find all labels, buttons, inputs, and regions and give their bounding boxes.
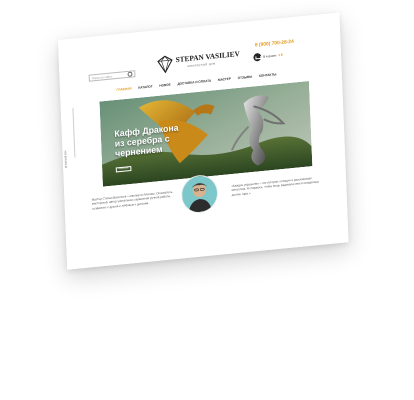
mockup-stage: Поиск по сайту STEPAN VASILIEV ювелирный…: [0, 0, 414, 400]
search-icon[interactable]: [127, 71, 133, 77]
hero-banner[interactable]: Кафф Дракона из серебра с чернением подр…: [99, 81, 313, 187]
nav-item-contacts[interactable]: КОНТАКТЫ: [259, 72, 276, 78]
side-label: НОВИНКИ: [63, 150, 69, 169]
nav-item-delivery[interactable]: ДОСТАВКА И ОПЛАТА: [177, 79, 211, 86]
phone-number[interactable]: 8 (900) 700-28-24: [255, 39, 294, 49]
cart-widget[interactable]: В корзине 0 ₽: [253, 51, 283, 62]
nav-item-reviews[interactable]: ОТЗЫВЫ: [238, 75, 253, 80]
diamond-logo-icon: [157, 55, 173, 74]
portrait-image: [181, 174, 218, 214]
website-page: Поиск по сайту STEPAN VASILIEV ювелирный…: [58, 12, 349, 270]
nav-item-home[interactable]: ГЛАВНАЯ: [116, 86, 131, 91]
cart-total: 0 ₽: [278, 52, 283, 58]
nav-item-catalog[interactable]: КАТАЛОГ: [138, 84, 152, 89]
nav-item-new[interactable]: НОВОЕ: [159, 83, 170, 88]
about-text-left: Мастер Степан Васильев – ювелир из Москв…: [91, 189, 173, 211]
nav-item-master[interactable]: МАСТЕР: [218, 77, 231, 82]
search-box[interactable]: Поиск по сайту: [88, 70, 136, 82]
site-logo[interactable]: STEPAN VASILIEV ювелирный дом: [156, 44, 264, 76]
search-input[interactable]: Поиск по сайту: [92, 72, 128, 80]
side-divider: [72, 108, 75, 158]
master-portrait: [180, 173, 219, 215]
cart-label: В корзине: [263, 53, 277, 59]
cart-icon[interactable]: [253, 52, 262, 62]
about-text-right: «Каждое украшение – это история, которую…: [231, 176, 319, 197]
